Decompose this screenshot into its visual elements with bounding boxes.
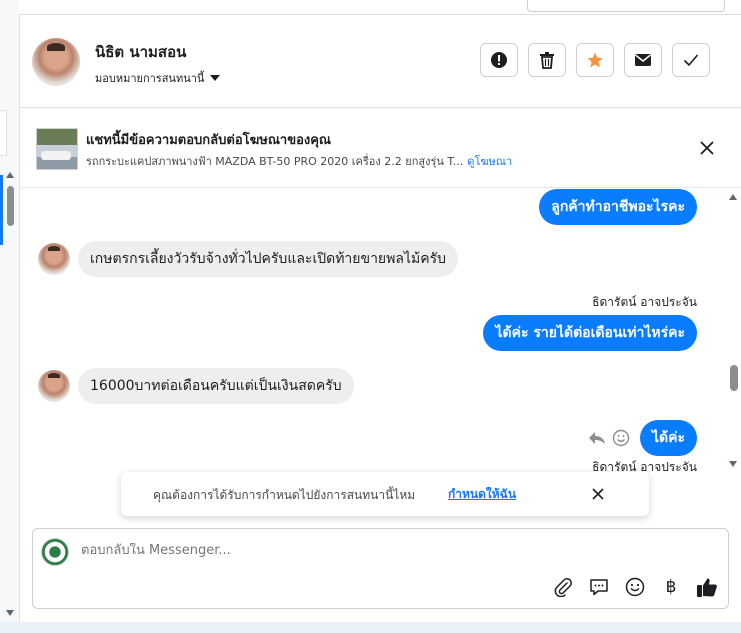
message-row: 16000บาทต่อเดือนครับแต่เป็นเงินสดครับ (38, 368, 354, 404)
top-search-field[interactable] (527, 0, 725, 12)
left-scroll-up-arrow[interactable] (6, 172, 14, 178)
message-row: ได้ค่ะ รายได้ต่อเดือนเท่าไหร่คะ (483, 315, 697, 351)
contact-avatar-small (38, 370, 70, 402)
left-panel-edge (0, 110, 7, 156)
left-scrollbar-thumb[interactable] (7, 186, 14, 226)
chat-scroll-up-arrow[interactable] (729, 194, 737, 200)
like-button[interactable] (696, 576, 718, 598)
exclamation-icon (491, 52, 507, 68)
star-button[interactable] (576, 43, 614, 77)
mark-spam-button[interactable] (480, 43, 518, 77)
close-icon[interactable] (699, 140, 715, 156)
assign-conversation-dropdown[interactable]: มอบหมายการสนทนานี้ (95, 69, 221, 87)
outgoing-message[interactable]: ได้ค่ะ รายได้ต่อเดือนเท่าไหร่คะ (483, 315, 697, 351)
message-row: ได้ค่ะ (588, 420, 697, 456)
assign-prompt-text: คุณต้องการได้รับการกำหนดไปยังการสนทนานี้… (153, 488, 416, 502)
envelope-icon (635, 54, 651, 66)
trash-icon (540, 52, 554, 69)
emoji-button[interactable] (624, 576, 646, 598)
header-actions (480, 43, 710, 77)
incoming-message[interactable]: เกษตรกรเลี้ยงวัวรับจ้างทั่วไปครับและเปิด… (78, 241, 458, 277)
mark-done-button[interactable] (672, 43, 710, 77)
contact-name[interactable]: นิธิต นามสอน (95, 40, 186, 64)
outgoing-message[interactable]: ลูกค้าทำอาชีพอะไรคะ (539, 189, 697, 225)
message-row: ลูกค้าทำอาชีพอะไรคะ (539, 189, 697, 225)
left-scroll-down-arrow[interactable] (6, 610, 14, 616)
react-smiley-icon[interactable] (612, 429, 630, 447)
left-rail (0, 0, 20, 633)
assign-label: มอบหมายการสนทนานี้ (95, 72, 205, 85)
ad-description: รถกระบะแคปสภาพนางฟ้า MAZDA BT-50 PRO 202… (86, 155, 464, 168)
conversation-header: นิธิต นามสอน มอบหมายการสนทนานี้ (19, 15, 741, 108)
reply-icon[interactable] (588, 430, 606, 446)
chat-scrollbar-thumb[interactable] (730, 365, 738, 391)
ad-reply-banner: แชทนี้มีข้อความตอบกลับต่อโฆษณาของคุณ รถก… (19, 108, 741, 188)
reply-composer: ฿ (32, 528, 729, 609)
delete-button[interactable] (528, 43, 566, 77)
assign-prompt-toast: คุณต้องการได้รับการกำหนดไปยังการสนทนานี้… (121, 472, 649, 516)
attach-button[interactable] (552, 576, 574, 598)
speech-bubble-icon (590, 579, 608, 596)
sender-name: ธิดารัตน์ อาจประจัน (592, 295, 697, 309)
mark-unread-button[interactable] (624, 43, 662, 77)
star-icon (587, 52, 603, 68)
composer-tools: ฿ (552, 576, 718, 598)
ad-banner-title: แชทนี้มีข้อความตอบกลับต่อโฆษณาของคุณ (86, 133, 331, 148)
contact-avatar-small (38, 243, 70, 275)
bottom-strip (0, 622, 741, 633)
view-ad-link[interactable]: ดูโฆษณา (467, 155, 512, 168)
incoming-message[interactable]: 16000บาทต่อเดือนครับแต่เป็นเงินสดครับ (78, 368, 354, 404)
chat-scroll-down-arrow[interactable] (729, 461, 737, 467)
assign-to-me-link[interactable]: กำหนดให้ฉัน (448, 485, 516, 504)
caret-down-icon (210, 75, 221, 81)
smiley-icon (625, 577, 645, 597)
message-row: เกษตรกรเลี้ยงวัวรับจ้างทั่วไปครับและเปิด… (38, 241, 458, 277)
saved-replies-button[interactable] (588, 576, 610, 598)
message-actions (588, 429, 630, 447)
reply-input[interactable] (81, 543, 481, 558)
paperclip-icon (554, 578, 572, 597)
ad-thumbnail[interactable] (36, 128, 78, 170)
thumbs-up-icon (697, 578, 717, 597)
baht-icon: ฿ (665, 577, 677, 597)
outgoing-message[interactable]: ได้ค่ะ (639, 420, 697, 456)
page-logo (41, 538, 69, 566)
payment-button[interactable]: ฿ (660, 576, 682, 598)
check-icon (683, 54, 699, 67)
contact-avatar[interactable] (32, 38, 80, 86)
ad-banner-subtitle: รถกระบะแคปสภาพนางฟ้า MAZDA BT-50 PRO 202… (86, 152, 512, 170)
selected-indicator (0, 175, 3, 245)
top-toolbar-strip (19, 0, 741, 15)
close-icon[interactable] (591, 487, 605, 501)
